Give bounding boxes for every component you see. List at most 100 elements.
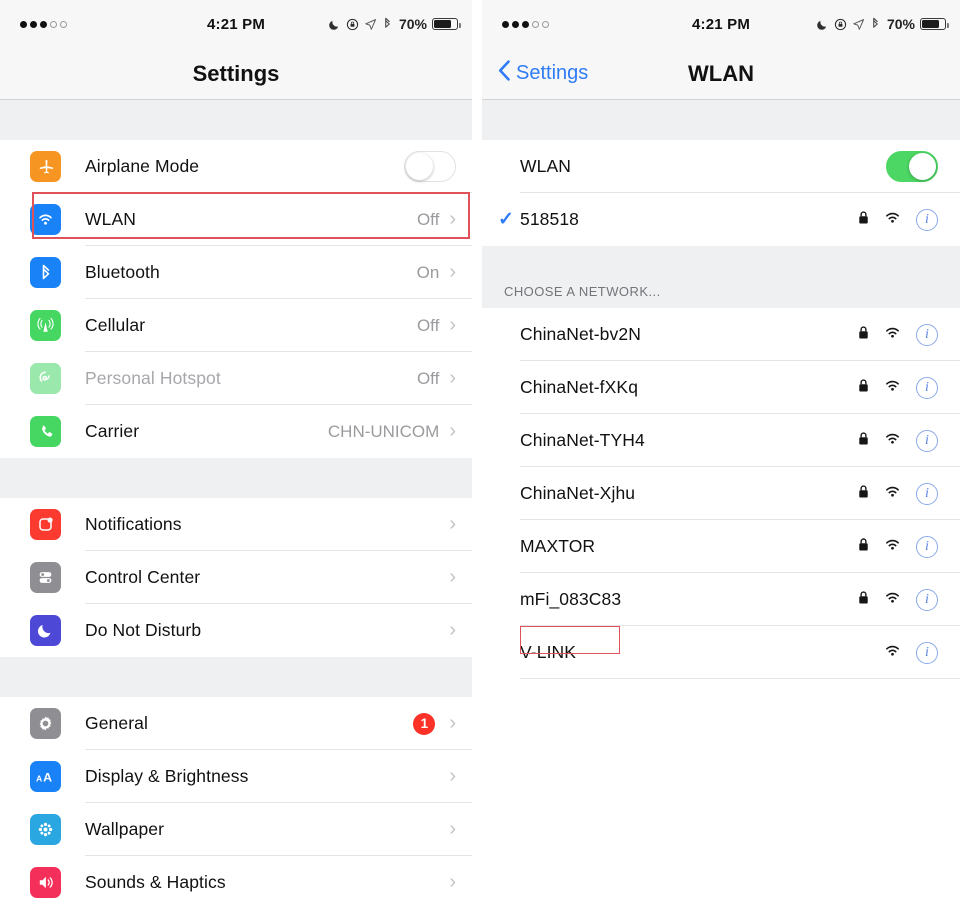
settings-row-personal-hotspot[interactable]: Personal Hotspot Off › xyxy=(0,352,472,405)
network-name: ChinaNet-bv2N xyxy=(520,324,641,344)
row-label: Airplane Mode xyxy=(85,156,200,176)
network-row-v-link[interactable]: V-LINK i xyxy=(482,626,960,679)
wifi-signal-icon xyxy=(883,484,902,504)
location-arrow-icon xyxy=(364,18,377,31)
network-indicators: i xyxy=(858,429,938,452)
network-row[interactable]: mFi_083C83 i xyxy=(482,573,960,626)
wifi-signal-icon xyxy=(883,325,902,345)
info-icon[interactable]: i xyxy=(916,535,938,558)
chevron-right-icon: › xyxy=(449,817,456,840)
row-value: CHN-UNICOM xyxy=(327,421,440,441)
battery-icon xyxy=(432,18,462,30)
status-bar-right: 4:21 PM 70% xyxy=(482,0,960,48)
settings-row-carrier[interactable]: Carrier CHN-UNICOM › xyxy=(0,405,472,458)
navigation-bar-left: Settings xyxy=(0,48,472,100)
text-size-icon: AA xyxy=(30,761,61,792)
wlan-toggle-label: WLAN xyxy=(520,156,571,176)
speaker-icon xyxy=(30,867,61,898)
row-label: Control Center xyxy=(85,567,201,587)
settings-group-connectivity: Airplane Mode WLAN Off › Bluetooth On › … xyxy=(0,140,472,458)
row-label: Wallpaper xyxy=(85,819,165,839)
airplane-icon xyxy=(30,151,61,182)
info-icon[interactable]: i xyxy=(916,641,938,664)
network-name: ChinaNet-Xjhu xyxy=(520,483,636,503)
network-indicators: i xyxy=(858,323,938,346)
moon-icon xyxy=(816,18,829,31)
navigation-bar-right: Settings WLAN xyxy=(482,48,960,100)
wifi-signal-icon xyxy=(883,431,902,451)
wifi-signal-icon xyxy=(883,643,902,663)
wlan-toggle-row[interactable]: WLAN xyxy=(482,140,960,193)
network-indicators: i xyxy=(858,535,938,558)
chevron-right-icon: › xyxy=(449,764,456,787)
gear-icon xyxy=(30,708,61,739)
row-label: Personal Hotspot xyxy=(85,368,221,388)
network-row[interactable]: MAXTOR i xyxy=(482,520,960,573)
wlan-toggle[interactable] xyxy=(886,151,938,182)
settings-group-notifications: Notifications › Control Center › Do Not … xyxy=(0,498,472,657)
chevron-right-icon: › xyxy=(449,366,456,389)
settings-row-do-not-disturb[interactable]: Do Not Disturb › xyxy=(0,604,472,657)
lock-icon xyxy=(858,431,869,451)
row-label: Display & Brightness xyxy=(85,766,249,786)
chevron-right-icon: › xyxy=(449,870,456,893)
network-indicators: i xyxy=(858,588,938,611)
row-label: Do Not Disturb xyxy=(85,620,202,640)
info-icon[interactable]: i xyxy=(916,482,938,505)
list-spacer xyxy=(0,458,472,498)
network-row[interactable]: ChinaNet-Xjhu i xyxy=(482,467,960,520)
available-networks-list: ChinaNet-bv2N i ChinaNet-fXKq i ChinaNet… xyxy=(482,308,960,679)
wifi-signal-icon xyxy=(883,537,902,557)
info-icon[interactable]: i xyxy=(916,208,938,231)
settings-row-bluetooth[interactable]: Bluetooth On › xyxy=(0,246,472,299)
airplane-mode-toggle[interactable] xyxy=(404,151,456,182)
panel-divider xyxy=(472,0,482,900)
settings-screen: 4:21 PM 70% Settings Airplane Mode WLAN … xyxy=(0,0,472,900)
connected-network-row[interactable]: ✓ 518518 i xyxy=(482,193,960,246)
settings-row-cellular[interactable]: Cellular Off › xyxy=(0,299,472,352)
settings-row-control-center[interactable]: Control Center › xyxy=(0,551,472,604)
network-name: V-LINK xyxy=(520,642,577,662)
network-row[interactable]: ChinaNet-fXKq i xyxy=(482,361,960,414)
connected-network-name: 518518 xyxy=(520,209,579,229)
chevron-right-icon: › xyxy=(449,313,456,336)
chevron-right-icon: › xyxy=(449,419,456,442)
bluetooth-icon xyxy=(870,17,881,31)
battery-percentage: 70% xyxy=(886,16,915,32)
rotation-lock-icon xyxy=(346,18,359,31)
settings-row-display-brightness[interactable]: AA Display & Brightness › xyxy=(0,750,472,803)
network-indicators: i xyxy=(883,641,938,664)
wifi-signal-icon xyxy=(883,210,902,230)
settings-row-sounds-haptics[interactable]: Sounds & Haptics › xyxy=(0,856,472,900)
page-title: WLAN xyxy=(688,60,754,86)
row-label: Cellular xyxy=(85,315,146,335)
lock-icon xyxy=(858,325,869,345)
info-icon[interactable]: i xyxy=(916,323,938,346)
lock-icon xyxy=(858,378,869,398)
network-indicators: i xyxy=(858,208,938,231)
info-icon[interactable]: i xyxy=(916,429,938,452)
settings-row-wlan[interactable]: WLAN Off › xyxy=(0,193,472,246)
chevron-right-icon: › xyxy=(449,618,456,641)
network-indicators: i xyxy=(858,376,938,399)
wifi-signal-icon xyxy=(883,590,902,610)
network-row[interactable]: ChinaNet-TYH4 i xyxy=(482,414,960,467)
row-label: Bluetooth xyxy=(85,262,160,282)
wifi-signal-icon xyxy=(883,378,902,398)
settings-row-airplane-mode[interactable]: Airplane Mode xyxy=(0,140,472,193)
row-label: Notifications xyxy=(85,514,182,534)
list-spacer xyxy=(482,100,960,140)
bluetooth-icon xyxy=(30,257,61,288)
settings-row-wallpaper[interactable]: Wallpaper › xyxy=(0,803,472,856)
network-row[interactable]: ChinaNet-bv2N i xyxy=(482,308,960,361)
settings-row-notifications[interactable]: Notifications › xyxy=(0,498,472,551)
status-bar-indicators: 70% xyxy=(816,16,950,32)
settings-row-general[interactable]: General 1 › xyxy=(0,697,472,750)
status-badge: 1 xyxy=(413,712,436,735)
row-label: Carrier xyxy=(85,421,140,441)
list-spacer xyxy=(0,657,472,697)
location-arrow-icon xyxy=(852,18,865,31)
info-icon[interactable]: i xyxy=(916,376,938,399)
row-value: Off xyxy=(416,315,440,335)
info-icon[interactable]: i xyxy=(916,588,938,611)
